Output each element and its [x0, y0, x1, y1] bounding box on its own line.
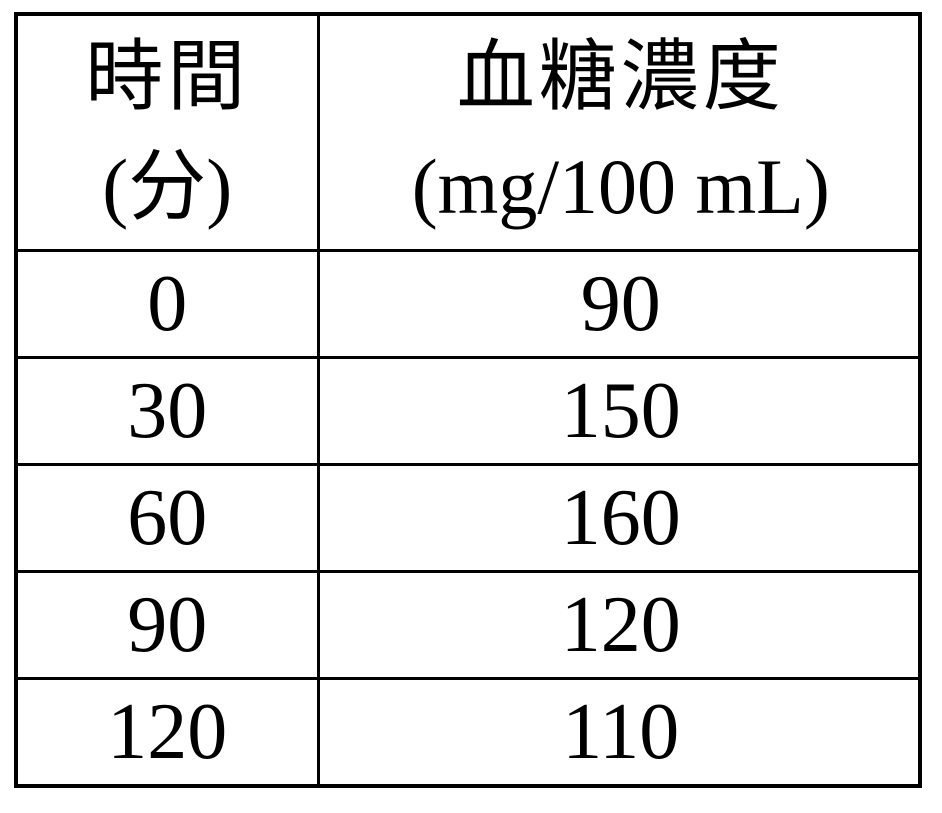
- table-row: 60 160: [18, 462, 922, 573]
- header-glucose-label: 血糖濃度: [456, 31, 785, 122]
- cell-glucose: 160: [316, 462, 922, 573]
- cell-time: 90: [18, 569, 320, 680]
- cell-glucose: 90: [316, 248, 922, 359]
- cell-glucose: 120: [316, 569, 922, 680]
- header-glucose-unit: (mg/100 mL): [411, 143, 830, 231]
- header-row: 時間 (分) 血糖濃度 (mg/100 mL): [18, 16, 922, 252]
- table-row: 90 120: [18, 569, 922, 680]
- cell-glucose: 150: [316, 355, 922, 466]
- header-time-unit: (分): [102, 143, 233, 231]
- cell-time: 0: [18, 248, 320, 359]
- cell-time: 30: [18, 355, 320, 466]
- header-time-label: 時間: [85, 31, 250, 122]
- table-row: 120 110: [18, 676, 922, 785]
- table-row: 0 90: [18, 248, 922, 359]
- header-glucose: 血糖濃度 (mg/100 mL): [316, 16, 922, 252]
- header-time: 時間 (分): [18, 16, 320, 252]
- blood-glucose-table: 時間 (分) 血糖濃度 (mg/100 mL) 0 90 30 150 60 1…: [18, 16, 922, 785]
- data-table-frame: 時間 (分) 血糖濃度 (mg/100 mL) 0 90 30 150 60 1…: [14, 12, 922, 788]
- table-row: 30 150: [18, 355, 922, 466]
- cell-time: 120: [18, 676, 320, 785]
- cell-glucose: 110: [316, 676, 922, 785]
- cell-time: 60: [18, 462, 320, 573]
